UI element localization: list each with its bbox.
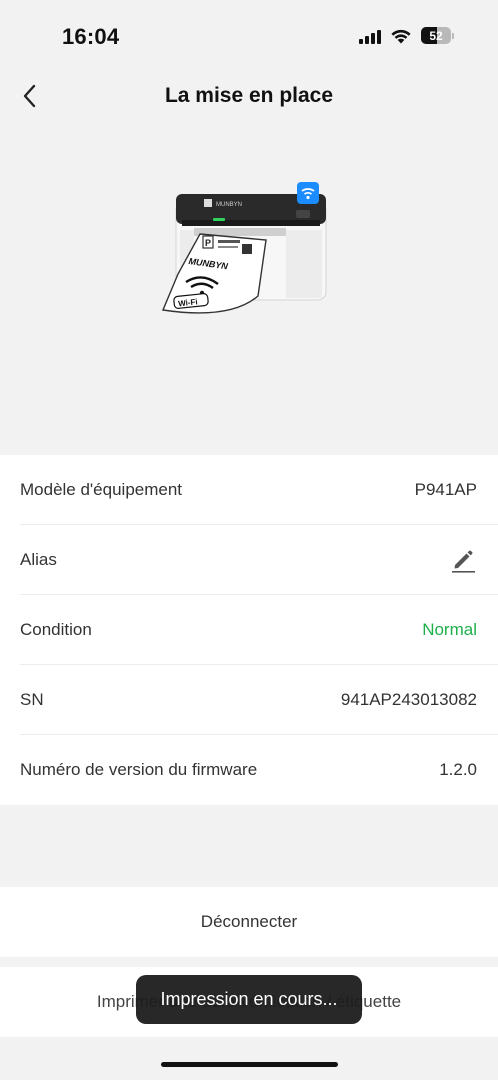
info-row-condition: Condition Normal — [20, 595, 498, 665]
printer-illustration: MUNBYN P MUNBYN Wi-Fi — [0, 170, 498, 330]
edit-pencil-icon — [452, 550, 475, 573]
home-indicator — [161, 1062, 338, 1067]
info-row-sn: SN 941AP243013082 — [20, 665, 498, 735]
nav-bar: La mise en place — [0, 72, 498, 122]
model-label: Modèle d'équipement — [20, 479, 183, 499]
edit-alias-button[interactable] — [449, 546, 477, 574]
model-value: P941AP — [414, 479, 477, 499]
info-row-firmware: Numéro de version du firmware 1.2.0 — [20, 735, 498, 805]
firmware-value: 1.2.0 — [439, 760, 477, 779]
firmware-label: Numéro de version du firmware — [20, 760, 258, 779]
printing-toast: Impression en cours... — [136, 975, 362, 1024]
disconnect-button[interactable]: Déconnecter — [0, 887, 498, 957]
device-info-card: Modèle d'équipement P941AP Alias Conditi… — [0, 455, 498, 805]
signal-icon — [359, 28, 381, 44]
page-title: La mise en place — [164, 84, 334, 107]
status-icons: 52 — [359, 27, 454, 44]
sn-value: 941AP243013082 — [340, 689, 477, 709]
battery-level: 52 — [429, 28, 443, 43]
battery-icon: 52 — [421, 27, 451, 44]
wifi-icon — [391, 29, 411, 43]
condition-label: Condition — [20, 619, 92, 639]
status-time: 16:04 — [62, 24, 120, 49]
wifi-badge-icon — [297, 182, 319, 204]
alias-label: Alias — [20, 549, 57, 569]
sn-label: SN — [20, 689, 44, 709]
printer-image: MUNBYN P MUNBYN Wi-Fi — [162, 182, 327, 314]
info-row-alias[interactable]: Alias — [20, 525, 498, 595]
condition-status: Normal — [422, 619, 477, 639]
printer-logo: MUNBYN — [216, 202, 242, 208]
info-row-model: Modèle d'équipement P941AP — [20, 455, 498, 525]
svg-text:P: P — [205, 238, 211, 248]
status-bar: 16:04 52 — [0, 0, 498, 76]
